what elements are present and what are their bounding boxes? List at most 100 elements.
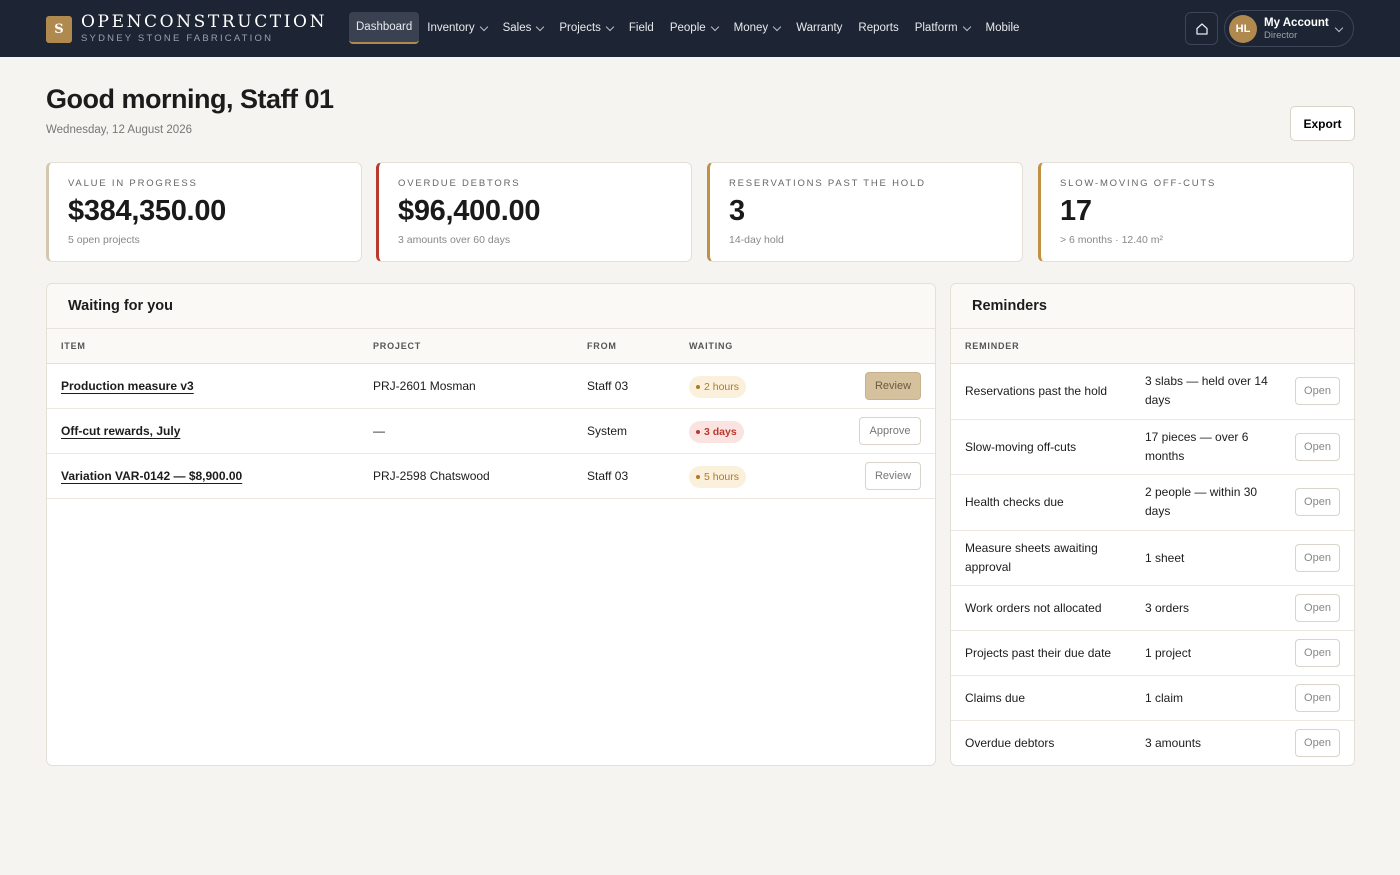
reminders-panel: Reminders REMINDER Reservations past the… [950,283,1355,766]
chevron-down-icon [605,22,615,31]
reminder-name: Slow-moving off-cuts [965,440,1077,454]
stat-card-reservations-past-hold[interactable]: RESERVATIONS PAST THE HOLD 3 14-day hold [707,162,1023,262]
nav-projects[interactable]: Projects [551,12,621,44]
reminder-value: 3 amounts [1145,736,1202,750]
open-button[interactable]: Open [1295,544,1340,572]
brand-name: OPENCONSTRUCTION [81,12,328,32]
reminder-row: Measure sheets awaiting approval 1 sheet… [951,531,1354,586]
table-row: Variation VAR-0142 — $8,900.00 PRJ-2598 … [47,454,935,499]
export-button[interactable]: Export [1290,106,1355,141]
chevron-down-icon [772,22,782,31]
home-icon [1195,22,1208,35]
stat-label: OVERDUE DEBTORS [398,178,521,189]
brand-subtitle: SYDNEY STONE FABRICATION [81,33,274,44]
panel-title: Reminders [951,284,1354,329]
from-cell: Staff 03 [587,469,629,483]
main-nav: Dashboard Inventory Sales Projects Field… [349,12,1027,44]
item-link[interactable]: Production measure v3 [61,379,194,393]
item-link[interactable]: Off-cut rewards, July [61,424,180,438]
nav-warranty[interactable]: Warranty [788,12,850,44]
reminder-name: Overdue debtors [965,736,1055,750]
stat-label: RESERVATIONS PAST THE HOLD [729,178,926,189]
reminder-value: 2 people — within 30 days [1145,485,1258,518]
reminder-value: 1 project [1145,646,1192,660]
project-cell: PRJ-2601 Mosman [373,379,476,393]
brand-logo[interactable]: S OPENCONSTRUCTION SYDNEY STONE FABRICAT… [46,14,327,44]
open-button[interactable]: Open [1295,433,1340,461]
reminder-name: Reservations past the hold [965,384,1108,398]
waiting-time: 5 hours [704,471,740,483]
waiting-time: 2 hours [704,381,740,393]
stat-subtext: 3 amounts over 60 days [398,234,511,246]
reminder-value: 3 orders [1145,601,1190,615]
stat-label: SLOW-MOVING OFF-CUTS [1060,178,1217,189]
open-button[interactable]: Open [1295,488,1340,516]
stat-card-overdue-debtors[interactable]: OVERDUE DEBTORS $96,400.00 3 amounts ove… [376,162,692,262]
column-header-waiting: WAITING [689,341,734,351]
nav-label: Mobile [985,22,1020,34]
avatar: HL [1229,14,1257,43]
chevron-down-icon [710,22,719,31]
from-cell: Staff 03 [587,379,629,393]
reminder-name: Projects past their due date [965,646,1112,660]
nav-dashboard[interactable]: Dashboard [349,12,420,44]
reminder-row: Health checks due 2 people — within 30 d… [951,475,1354,531]
stat-value: $96,400.00 [398,195,541,227]
approve-button[interactable]: Approve [859,417,921,445]
account-name: My Account [1264,16,1329,29]
table-header: REMINDER [951,329,1354,364]
nav-inventory[interactable]: Inventory [419,12,494,44]
nav-label: Reports [858,22,899,34]
nav-reports[interactable]: Reports [850,12,906,44]
open-button[interactable]: Open [1295,594,1340,622]
nav-label: Warranty [796,22,843,34]
stat-value: $384,350.00 [68,195,226,227]
nav-field[interactable]: Field [621,12,662,44]
reminder-name: Work orders not allocated [965,601,1102,615]
nav-label: Sales [502,22,532,34]
nav-mobile[interactable]: Mobile [978,12,1028,44]
open-button[interactable]: Open [1295,729,1340,757]
reminder-name: Measure sheets awaiting approval [965,541,1098,574]
review-button[interactable]: Review [865,462,921,490]
project-cell: — [373,424,385,438]
table-row: Off-cut rewards, July — System 3 days Ap… [47,409,935,454]
stat-subtext: 14-day hold [729,234,784,246]
account-text: My Account Director [1264,17,1329,41]
open-button[interactable]: Open [1295,684,1340,712]
nav-label: People [669,22,706,34]
chevron-down-icon [479,22,488,31]
nav-label: Projects [559,22,601,34]
panel-title: Waiting for you [47,284,935,329]
reminder-row: Reservations past the hold 3 slabs — hel… [951,364,1354,420]
nav-platform[interactable]: Platform [907,12,978,44]
chevron-down-icon [536,22,545,31]
nav-money[interactable]: Money [726,12,789,44]
reminder-row: Projects past their due date 1 project O… [951,631,1354,676]
brand-text: OPENCONSTRUCTION SYDNEY STONE FABRICATIO… [81,12,328,45]
chevron-down-icon [1334,23,1344,33]
nav-people[interactable]: People [662,12,726,44]
dot-icon [696,475,700,479]
nav-label: Dashboard [356,21,413,33]
reminder-row: Claims due 1 claim Open [951,676,1354,721]
review-button[interactable]: Review [865,372,921,400]
column-header-item: ITEM [61,341,86,351]
waiting-time: 3 days [704,426,737,438]
reminder-name: Claims due [965,691,1026,705]
home-button[interactable] [1185,12,1218,45]
nav-sales[interactable]: Sales [495,12,552,44]
reminder-row: Overdue debtors 3 amounts Open [951,721,1354,765]
open-button[interactable]: Open [1295,639,1340,667]
stat-card-slow-moving-offcuts[interactable]: SLOW-MOVING OFF-CUTS 17 > 6 months · 12.… [1038,162,1354,262]
item-link[interactable]: Variation VAR-0142 — $8,900.00 [61,469,242,483]
stat-subtext: 5 open projects [68,234,140,246]
chevron-down-icon [962,22,971,31]
top-navigation-bar: S OPENCONSTRUCTION SYDNEY STONE FABRICAT… [0,0,1400,57]
open-button[interactable]: Open [1295,377,1340,405]
table-row: Production measure v3 PRJ-2601 Mosman St… [47,364,935,409]
account-menu-button[interactable]: HL My Account Director [1224,10,1354,47]
reminder-value: 1 claim [1145,691,1184,705]
stat-card-value-in-progress[interactable]: VALUE IN PROGRESS $384,350.00 5 open pro… [46,162,362,262]
waiting-panel: Waiting for you ITEM PROJECT FROM WAITIN… [46,283,936,766]
